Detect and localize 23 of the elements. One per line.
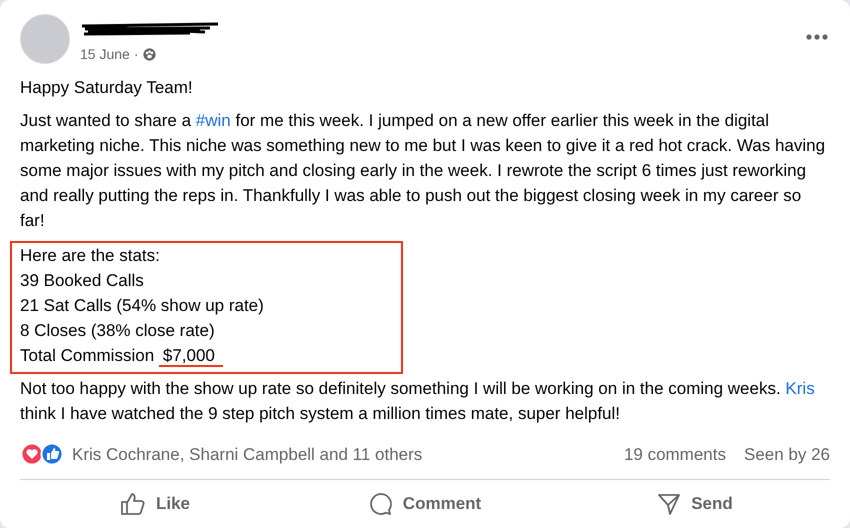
send-icon <box>657 492 682 516</box>
mention-link[interactable]: Kris <box>785 379 815 398</box>
comment-count[interactable]: 19 comments <box>624 442 726 467</box>
more-options-icon[interactable] <box>806 34 828 40</box>
stats-line: Here are the stats: <box>20 245 161 267</box>
stats-line: 8 Closes (38% close rate) <box>20 320 216 342</box>
like-button[interactable]: Like <box>20 484 290 524</box>
separator: · <box>134 45 138 64</box>
comment-icon <box>368 492 393 516</box>
comment-button[interactable]: Comment <box>290 484 560 524</box>
post-date[interactable]: 15 June <box>80 44 130 65</box>
stats-line: 39 Booked Calls <box>20 270 145 292</box>
send-button[interactable]: Send <box>560 484 830 524</box>
stats-line: Total Commission $7,000 <box>20 343 401 368</box>
seen-count[interactable]: Seen by 26 <box>744 442 830 467</box>
post-text: Just wanted to share a #win for me this week. I jumped on a new offer earlier this week in the digital marketing niche. This niche was something new to me but I was keen to give it a red hot crack. Was having some major issues with my pitch and closing early in the week. I rewrote the script 6 times just reworking and really putting the reps in. Thankfully I was able to push out the biggest closing week in my career so far! <box>20 110 826 232</box>
stats-line: 21 Sat Calls (54% show up rate) <box>20 295 265 317</box>
audience-icon <box>142 48 156 61</box>
hashtag-link[interactable]: #win <box>196 111 231 130</box>
post-text: Not too happy with the show up rate so definitely something I will be working on in the coming weeks. Kris think I have watched the 9 step pitch system a million times mate, super helpful! <box>20 378 816 425</box>
like-icon <box>120 492 146 516</box>
post-text: Happy Saturday Team! <box>20 77 194 99</box>
reaction-names[interactable]: Kris Cochrane, Sharni Campbell and 11 others <box>72 442 422 467</box>
